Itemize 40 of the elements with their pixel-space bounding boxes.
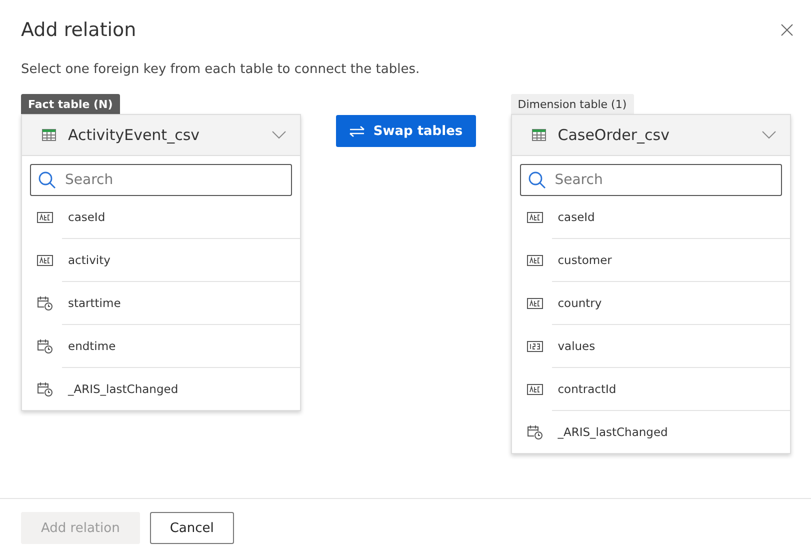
dialog-title: Add relation: [21, 19, 136, 41]
chevron-down-icon: [762, 131, 776, 139]
calendar-clock-icon: [37, 296, 53, 310]
column-item[interactable]: customer: [512, 239, 790, 281]
column-item[interactable]: _ARIS_lastChanged: [22, 368, 300, 410]
column-item[interactable]: values: [512, 325, 790, 367]
text-type-icon: [526, 212, 543, 222]
search-icon: [528, 171, 546, 189]
table-dropdown[interactable]: CaseOrder_csv: [512, 115, 790, 156]
swap-tables-button[interactable]: Swap tables: [336, 115, 476, 147]
column-item[interactable]: country: [512, 282, 790, 324]
close-icon[interactable]: [781, 24, 793, 36]
table-dropdown[interactable]: ActivityEvent_csv: [22, 115, 300, 156]
column-item[interactable]: _ARIS_lastChanged: [512, 411, 790, 453]
column-item[interactable]: starttime: [22, 282, 300, 324]
text-type-icon: [526, 298, 543, 308]
calendar-clock-icon: [526, 424, 543, 440]
table-icon: [532, 129, 546, 141]
text-type-icon: [526, 384, 543, 394]
number-type-icon: [526, 340, 543, 352]
dialog-description: Select one foreign key from each table to connect the tables.: [21, 62, 421, 77]
table-icon: [42, 129, 56, 141]
cancel-button[interactable]: Cancel: [150, 512, 234, 544]
swap-icon: [349, 126, 366, 136]
column-item[interactable]: endtime: [22, 325, 300, 367]
column-item[interactable]: activity: [22, 239, 300, 281]
text-type-icon: [526, 254, 543, 266]
search-icon: [38, 171, 56, 189]
search-field[interactable]: Search: [520, 164, 782, 196]
column-item[interactable]: caseId: [22, 196, 300, 238]
calendar-clock-icon: [37, 338, 53, 354]
table-role-tag: Fact table (N): [21, 94, 120, 114]
text-type-icon: [37, 212, 53, 222]
text-type-icon: [37, 254, 53, 266]
search-field[interactable]: Search: [30, 164, 292, 196]
column-item[interactable]: contractId: [512, 368, 790, 410]
calendar-clock-icon: [37, 382, 53, 396]
table-role-tag: Dimension table (1): [510, 94, 634, 114]
chevron-down-icon: [272, 131, 286, 139]
column-item[interactable]: caseId: [512, 196, 790, 238]
